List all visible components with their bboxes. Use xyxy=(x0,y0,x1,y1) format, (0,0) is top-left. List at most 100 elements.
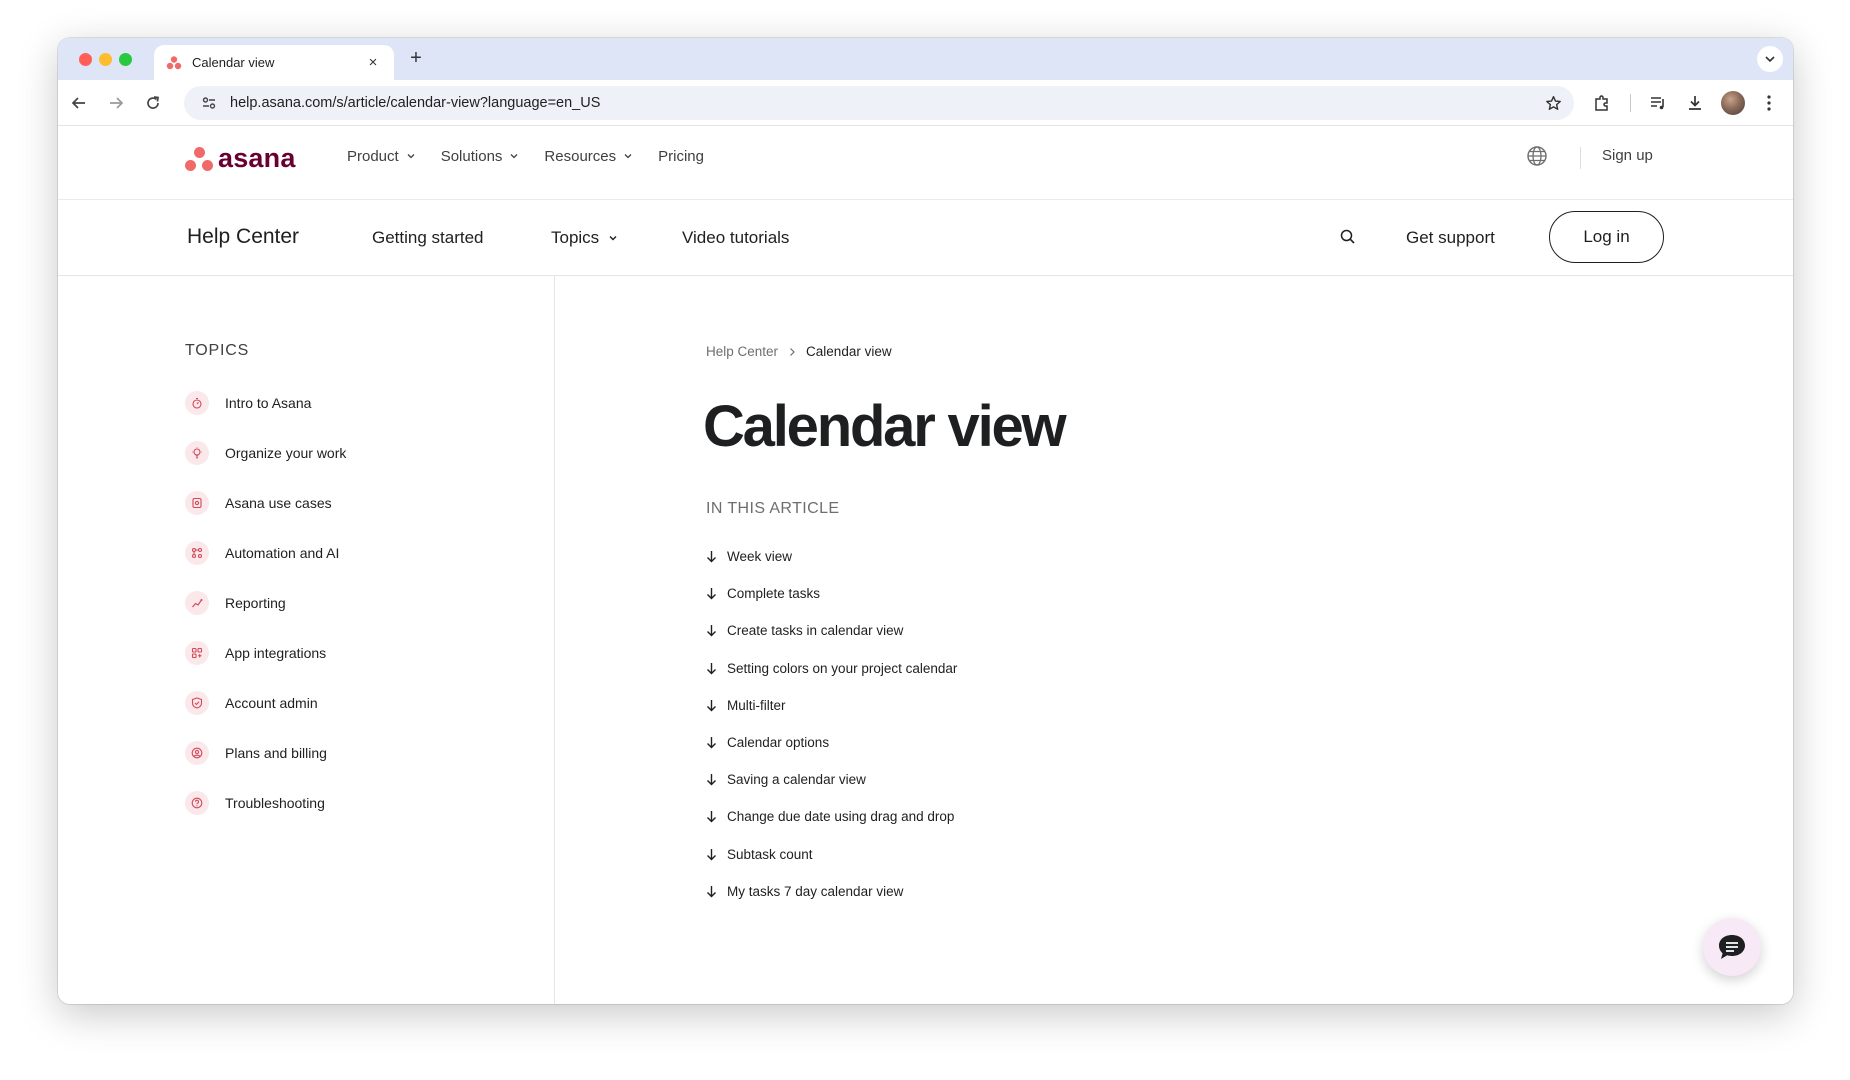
address-bar[interactable]: help.asana.com/s/article/calendar-view?l… xyxy=(184,86,1574,120)
sidebar-item-organize-your-work[interactable]: Organize your work xyxy=(185,440,346,466)
toc-heading: IN THIS ARTICLE xyxy=(706,500,840,517)
site-settings-icon[interactable] xyxy=(192,95,226,111)
toc-link[interactable]: Week view xyxy=(706,538,957,575)
tab-close-icon[interactable]: × xyxy=(364,54,382,71)
sidebar-item-intro-to-asana[interactable]: Intro to Asana xyxy=(185,390,311,416)
asana-logo-icon xyxy=(185,146,213,172)
topics-sidebar: TOPICS Intro to Asana Organize your work… xyxy=(58,276,555,1004)
lightbulb-icon xyxy=(185,441,209,465)
reload-button[interactable] xyxy=(142,92,164,114)
sidebar-item-label: App integrations xyxy=(225,645,327,661)
menu-resources[interactable]: Resources xyxy=(544,148,633,165)
sign-up-link[interactable]: Sign up xyxy=(1602,147,1653,164)
sidebar-item-label: Automation and AI xyxy=(225,545,340,561)
question-icon xyxy=(185,791,209,815)
search-icon[interactable] xyxy=(1339,228,1357,246)
toc-link-label: My tasks 7 day calendar view xyxy=(727,883,904,899)
chat-bubble-icon xyxy=(1719,935,1745,959)
maximize-window-button[interactable] xyxy=(119,53,132,66)
sidebar-item-automation-and-ai[interactable]: Automation and AI xyxy=(185,540,339,566)
log-in-button[interactable]: Log in xyxy=(1549,211,1664,263)
media-queue-icon[interactable] xyxy=(1647,92,1669,114)
sidebar-item-troubleshooting[interactable]: Troubleshooting xyxy=(185,790,325,816)
arrow-down-icon xyxy=(706,848,718,861)
extensions-puzzle-icon[interactable] xyxy=(1591,92,1613,114)
arrow-down-icon xyxy=(706,662,718,675)
sidebar-item-plans-and-billing[interactable]: Plans and billing xyxy=(185,740,327,766)
sidebar-item-label: Asana use cases xyxy=(225,495,332,511)
toc-link-label: Week view xyxy=(727,549,793,565)
article-content: Help Center Calendar view Calendar view … xyxy=(555,276,1793,1004)
arrow-down-icon xyxy=(706,699,718,712)
toc-link-label: Multi-filter xyxy=(727,697,786,713)
arrow-down-icon xyxy=(706,587,718,600)
toc-link[interactable]: Saving a calendar view xyxy=(706,761,957,798)
toc-link-label: Saving a calendar view xyxy=(727,772,866,788)
asana-favicon-icon xyxy=(166,55,182,71)
tab-search-button[interactable] xyxy=(1757,46,1783,72)
breadcrumb-parent-link[interactable]: Help Center xyxy=(706,344,778,359)
toc-link-label: Subtask count xyxy=(727,846,813,862)
toc-link[interactable]: Create tasks in calendar view xyxy=(706,612,957,649)
toc-link-label: Calendar options xyxy=(727,735,830,751)
toc-link[interactable]: Subtask count xyxy=(706,836,957,873)
more-menu-icon[interactable] xyxy=(1758,92,1780,114)
gear-icon xyxy=(185,491,209,515)
toc-link[interactable]: Calendar options xyxy=(706,724,957,761)
close-window-button[interactable] xyxy=(79,53,92,66)
menu-product[interactable]: Product xyxy=(347,148,416,165)
arrow-down-icon xyxy=(706,885,718,898)
sidebar-item-asana-use-cases[interactable]: Asana use cases xyxy=(185,490,332,516)
header-divider xyxy=(1580,147,1581,169)
menu-label: Resources xyxy=(544,147,617,165)
url-text: help.asana.com/s/article/calendar-view?l… xyxy=(230,95,601,111)
toc-link[interactable]: My tasks 7 day calendar view xyxy=(706,873,957,910)
sidebar-item-account-admin[interactable]: Account admin xyxy=(185,690,318,716)
video-tutorials-link[interactable]: Video tutorials xyxy=(682,228,789,248)
minimize-window-button[interactable] xyxy=(99,53,112,66)
sidebar-item-label: Account admin xyxy=(225,695,318,711)
arrow-down-icon xyxy=(706,736,718,749)
globe-icon[interactable] xyxy=(1526,145,1548,167)
help-center-title[interactable]: Help Center xyxy=(187,225,299,249)
forward-button[interactable] xyxy=(105,92,127,114)
toc-link-label: Change due date using drag and drop xyxy=(727,809,955,825)
toc-link[interactable]: Change due date using drag and drop xyxy=(706,798,957,835)
profile-avatar[interactable] xyxy=(1721,91,1745,115)
arrow-down-icon xyxy=(706,624,718,637)
menu-solutions[interactable]: Solutions xyxy=(441,148,520,165)
getting-started-link[interactable]: Getting started xyxy=(372,228,484,248)
sidebar-item-label: Troubleshooting xyxy=(225,795,325,811)
logo-wordmark: asana xyxy=(218,143,296,173)
main-menu: Product Solutions Resources Pricing xyxy=(347,127,729,185)
web-page: asana Product Solutions Resources Pricin… xyxy=(58,127,1793,1004)
toc-link-label: Setting colors on your project calendar xyxy=(727,660,958,676)
topics-label: Topics xyxy=(551,228,600,247)
download-icon[interactable] xyxy=(1684,92,1706,114)
site-header: asana Product Solutions Resources Pricin… xyxy=(58,127,1793,200)
new-tab-button[interactable]: + xyxy=(404,47,428,70)
chevron-down-icon xyxy=(608,233,618,243)
chat-support-button[interactable] xyxy=(1703,918,1761,976)
menu-pricing[interactable]: Pricing xyxy=(658,148,704,165)
get-support-link[interactable]: Get support xyxy=(1406,228,1495,248)
asana-logo[interactable]: asana xyxy=(185,143,296,174)
bookmark-star-icon[interactable] xyxy=(1536,95,1570,112)
chevron-down-icon xyxy=(509,151,519,161)
shield-icon xyxy=(185,691,209,715)
sidebar-item-label: Reporting xyxy=(225,595,286,611)
topics-dropdown[interactable]: Topics xyxy=(551,228,618,248)
breadcrumb: Help Center Calendar view xyxy=(706,344,892,359)
sidebar-item-label: Intro to Asana xyxy=(225,395,312,411)
sidebar-item-reporting[interactable]: Reporting xyxy=(185,590,286,616)
toc-link[interactable]: Multi-filter xyxy=(706,687,957,724)
table-of-contents: Week view Complete tasks Create tasks in… xyxy=(706,538,957,910)
browser-tab[interactable]: Calendar view × xyxy=(154,45,394,80)
toc-link[interactable]: Setting colors on your project calendar xyxy=(706,650,957,687)
help-center-nav: Help Center Getting started Topics Video… xyxy=(58,200,1793,276)
person-circle-icon xyxy=(185,741,209,765)
back-button[interactable] xyxy=(68,92,90,114)
toc-link[interactable]: Complete tasks xyxy=(706,575,957,612)
chart-icon xyxy=(185,591,209,615)
sidebar-item-app-integrations[interactable]: App integrations xyxy=(185,640,326,666)
